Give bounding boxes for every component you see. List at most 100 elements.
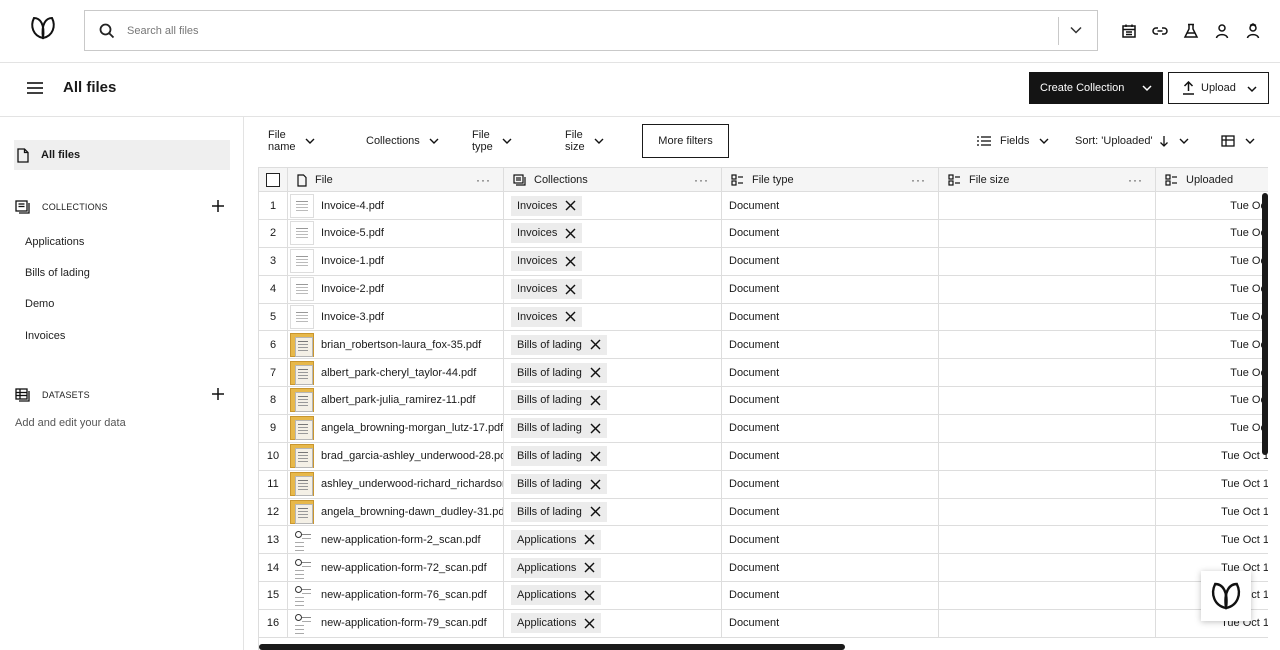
file-name[interactable]: Invoice-3.pdf [321,311,384,323]
column-header-file-size[interactable]: File size ··· [939,168,1156,192]
sidebar-item-applications[interactable]: Applications [25,236,84,248]
file-name[interactable]: new-application-form-2_scan.pdf [321,534,481,546]
file-name[interactable]: albert_park-cheryl_taylor-44.pdf [321,367,476,379]
file-cell[interactable]: angela_browning-morgan_lutz-17.pdf [288,414,504,442]
menu-hamburger-icon[interactable] [26,80,46,98]
user-icon[interactable] [1212,21,1232,41]
collection-tag[interactable]: Bills of lading [511,390,607,411]
table-row[interactable]: 4 Invoice-2.pdf Invoices Document Tue Oct [259,275,1268,304]
column-menu-icon[interactable]: ··· [694,173,709,187]
remove-tag-icon[interactable] [584,618,595,629]
collections-cell[interactable]: Bills of lading [504,414,722,442]
filter-file-size[interactable]: File size [565,124,605,158]
collections-cell[interactable]: Bills of lading [504,498,722,526]
file-cell[interactable]: Invoice-3.pdf [288,303,504,331]
collections-cell[interactable]: Bills of lading [504,470,722,498]
create-collection-button[interactable]: Create Collection [1029,72,1163,104]
collection-tag[interactable]: Applications [511,585,602,606]
remove-tag-icon[interactable] [590,479,601,490]
collections-cell[interactable]: Applications [504,581,722,609]
vertical-scrollbar[interactable] [1262,193,1268,455]
flask-icon[interactable] [1181,21,1201,41]
file-cell[interactable]: Invoice-4.pdf [288,192,504,219]
collection-tag[interactable]: Bills of lading [511,418,607,439]
collections-cell[interactable]: Invoices [504,303,722,331]
file-cell[interactable]: Invoice-1.pdf [288,247,504,275]
table-row[interactable]: 6 brian_robertson-laura_fox-35.pdf Bills o… [259,331,1268,360]
link-icon[interactable] [1150,21,1170,41]
collection-tag[interactable]: Applications [511,557,602,578]
remove-tag-icon[interactable] [584,562,595,573]
remove-tag-icon[interactable] [565,200,576,211]
collections-cell[interactable]: Applications [504,554,722,582]
collection-tag[interactable]: Invoices [511,223,583,244]
table-row[interactable]: 1 Invoice-4.pdf Invoices Document Tue Oct [259,192,1268,220]
sidebar-item-invoices[interactable]: Invoices [25,330,65,342]
remove-tag-icon[interactable] [590,423,601,434]
column-menu-icon[interactable]: ··· [476,173,491,187]
fields-button[interactable]: Fields [977,124,1050,158]
remove-tag-icon[interactable] [590,395,601,406]
select-all-checkbox[interactable] [266,173,280,187]
file-name[interactable]: brian_robertson-laura_fox-35.pdf [321,339,481,351]
collection-tag[interactable]: Applications [511,613,602,634]
file-cell[interactable]: new-application-form-72_scan.pdf [288,554,504,582]
collections-cell[interactable]: Applications [504,526,722,554]
remove-tag-icon[interactable] [584,534,595,545]
file-name[interactable]: angela_browning-morgan_lutz-17.pdf [321,422,503,434]
file-cell[interactable]: new-application-form-76_scan.pdf [288,581,504,609]
file-name[interactable]: brad_garcia-ashley_underwood-28.pdf [321,450,503,462]
sidebar-item-all-files[interactable]: All files [14,140,230,170]
column-header-file-type[interactable]: File type ··· [722,168,939,192]
remove-tag-icon[interactable] [565,256,576,267]
collections-cell[interactable]: Bills of lading [504,331,722,359]
file-cell[interactable]: angela_browning-dawn_dudley-31.pdf [288,498,504,526]
table-row[interactable]: 7 albert_park-cheryl_taylor-44.pdf Bills o… [259,359,1268,388]
view-toggle-button[interactable] [1221,124,1256,158]
table-row[interactable]: 2 Invoice-5.pdf Invoices Document Tue Oct [259,219,1268,248]
file-cell[interactable]: brian_robertson-laura_fox-35.pdf [288,331,504,359]
horizontal-scrollbar[interactable] [259,644,845,650]
add-collection-icon[interactable] [211,199,225,213]
collections-cell[interactable]: Invoices [504,219,722,247]
table-row[interactable]: 11 ashley_underwood-richard_richardson.pd… [259,470,1268,499]
remove-tag-icon[interactable] [590,506,601,517]
collections-cell[interactable]: Bills of lading [504,359,722,387]
filter-file-type[interactable]: File type [472,124,513,158]
file-name[interactable]: Invoice-2.pdf [321,283,384,295]
collections-cell[interactable]: Applications [504,609,722,637]
sort-button[interactable]: Sort: 'Uploaded' [1075,124,1190,158]
remove-tag-icon[interactable] [565,311,576,322]
table-row[interactable]: 14 new-application-form-72_scan.pdf Applic… [259,554,1268,583]
collection-tag[interactable]: Bills of lading [511,474,607,494]
collection-tag[interactable]: Bills of lading [511,334,607,355]
upload-button[interactable]: Upload [1168,72,1269,104]
collection-tag[interactable]: Invoices [511,251,583,272]
file-cell[interactable]: brad_garcia-ashley_underwood-28.pdf [288,442,504,470]
collection-tag[interactable]: Invoices [511,306,583,327]
file-cell[interactable]: albert_park-cheryl_taylor-44.pdf [288,359,504,387]
filter-file-name[interactable]: File name [268,124,316,158]
file-cell[interactable]: Invoice-5.pdf [288,219,504,247]
collection-tag[interactable]: Invoices [511,195,583,216]
collections-cell[interactable]: Bills of lading [504,386,722,414]
file-name[interactable]: angela_browning-dawn_dudley-31.pdf [321,506,503,518]
remove-tag-icon[interactable] [565,228,576,239]
collections-cell[interactable]: Invoices [504,247,722,275]
sidebar-item-bills-of-lading[interactable]: Bills of lading [25,267,90,279]
collection-tag[interactable]: Applications [511,529,602,550]
file-cell[interactable]: Invoice-2.pdf [288,275,504,303]
remove-tag-icon[interactable] [590,367,601,378]
more-filters-button[interactable]: More filters [642,124,729,158]
remove-tag-icon[interactable] [584,590,595,601]
column-header-file[interactable]: File ··· [288,168,504,192]
file-name[interactable]: ashley_underwood-richard_richardson.pdf [321,478,503,490]
calendar-icon[interactable] [1119,21,1139,41]
collection-tag[interactable]: Bills of lading [511,501,607,522]
table-row[interactable]: 5 Invoice-3.pdf Invoices Document Tue Oct [259,303,1268,332]
table-row[interactable]: 12 angela_browning-dawn_dudley-31.pdf Bill… [259,498,1268,527]
remove-tag-icon[interactable] [565,284,576,295]
assistant-button[interactable] [1201,571,1251,621]
table-row[interactable]: 9 angela_browning-morgan_lutz-17.pdf Bills… [259,414,1268,443]
file-name[interactable]: Invoice-1.pdf [321,255,384,267]
